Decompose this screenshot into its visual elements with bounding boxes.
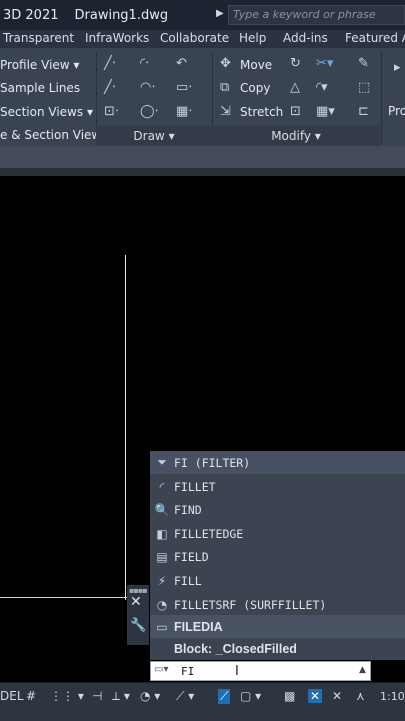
properties-button[interactable]: Pro	[388, 104, 405, 118]
autocomplete-item-find[interactable]: 🔍 FIND	[150, 498, 405, 521]
drawing-vertical-line	[125, 255, 126, 600]
tab-transparent[interactable]: Transparent	[3, 31, 74, 45]
document-title: Drawing1.dwg	[74, 7, 169, 23]
sample-lines-button[interactable]: Sample Lines	[0, 81, 80, 95]
filedia-icon: ▭	[156, 619, 168, 634]
auto-scale-icon[interactable]: ✕	[332, 689, 342, 703]
tab-collaborate[interactable]: Collaborate	[160, 31, 229, 45]
autocomplete-item-filter[interactable]: ⏷ FI (FILTER)	[150, 451, 405, 474]
autocomplete-list: ⏷ FI (FILTER) ◜ FILLET 🔍 FIND ◧ FILLETED…	[150, 451, 405, 660]
wrench-icon[interactable]: 🔧	[130, 618, 146, 633]
title-arrow-icon[interactable]: ▶	[216, 8, 224, 19]
command-input[interactable]: ▭▾ FI I ▲	[150, 661, 371, 681]
profile-view-button[interactable]: Profile View ▾	[0, 58, 79, 72]
text-cursor-icon: I	[235, 664, 239, 679]
offset-icon[interactable]: ⊏	[358, 104, 369, 119]
ortho-icon[interactable]: ⊣	[92, 689, 102, 703]
filletedge-icon: ◧	[156, 526, 168, 541]
ellipse-icon[interactable]: ◯⋅	[140, 104, 159, 119]
scale-readout[interactable]: 1:100	[380, 690, 405, 703]
fillet-icon: ◜	[159, 479, 165, 494]
field-icon: ▤	[156, 549, 168, 564]
tab-featured-apps[interactable]: Featured Ap	[345, 31, 405, 45]
rectangle-icon[interactable]: ▭⋅	[176, 80, 192, 95]
trim-icon[interactable]: ✂▾	[316, 56, 333, 71]
title-bar: 3D 2021 Drawing1.dwg ▶ Type a keyword or…	[0, 0, 405, 30]
autocomplete-item-block[interactable]: Block: _ClosedFilled	[150, 637, 405, 660]
rotate-icon[interactable]: ↻	[290, 56, 301, 71]
close-icon[interactable]: ✕	[130, 594, 142, 610]
app-title: 3D 2021	[3, 7, 59, 23]
tab-infraworks[interactable]: InfraWorks	[85, 31, 149, 45]
annotation-visibility-icon[interactable]: ✕	[308, 689, 323, 703]
hatch-icon[interactable]: ▦⋅	[176, 104, 192, 119]
filter-icon: ⏷	[157, 455, 167, 469]
arc-icon[interactable]: ◜⋅	[140, 56, 149, 71]
autocomplete-item-filedia[interactable]: ▭ FILEDIA	[150, 615, 405, 638]
move-icon[interactable]: ✥	[220, 56, 231, 71]
erase-icon[interactable]: ✎	[358, 56, 369, 71]
section-views-panel-title[interactable]: e & Section Views	[0, 128, 108, 142]
polar-tracking-icon[interactable]: ◔ ▾	[140, 689, 160, 703]
viewport-top-border	[0, 168, 405, 176]
command-prompt-icon[interactable]: ▭▾	[154, 664, 168, 675]
tab-help[interactable]: Help	[239, 31, 266, 45]
ribbon-tabs: Transparent InfraWorks Collaborate Help …	[0, 30, 405, 48]
copy-button[interactable]: Copy	[240, 81, 270, 95]
section-views-button[interactable]: Section Views ▾	[0, 105, 93, 119]
properties-icon[interactable]: ▸	[394, 60, 401, 75]
drawing-horizontal-line	[0, 597, 128, 598]
command-input-value: FI	[181, 665, 195, 678]
circle-arc-icon[interactable]: ◠⋅	[140, 80, 155, 95]
autocomplete-item-fill[interactable]: ⚡ FILL	[150, 569, 405, 592]
fillet-tool-icon[interactable]: ◜▾	[316, 80, 328, 95]
model-space-button[interactable]: DEL	[0, 689, 24, 703]
surffillet-icon: ◔	[156, 597, 168, 612]
object-snap-icon[interactable]: ▢ ▾	[240, 689, 261, 703]
ray-icon[interactable]: ╱⋅	[104, 80, 116, 95]
modify-panel-title[interactable]: Modify ▾	[212, 126, 380, 146]
stretch-button[interactable]: Stretch	[240, 105, 283, 119]
draw-panel-title[interactable]: Draw ▾	[96, 126, 212, 146]
stretch-icon[interactable]: ⇲	[220, 104, 231, 119]
scale-icon[interactable]: ⊡	[290, 104, 301, 119]
autocomplete-item-filletsrf[interactable]: ◔ FILLETSRF (SURFFILLET)	[150, 593, 405, 616]
autocomplete-item-fillet[interactable]: ◜ FILLET	[150, 475, 405, 498]
fill-icon: ⚡	[157, 573, 167, 588]
autocomplete-item-filletedge[interactable]: ◧ FILLETEDGE	[150, 522, 405, 545]
isodraft-icon[interactable]: ⟋ ▾	[176, 689, 194, 704]
array-icon[interactable]: ▦▾	[316, 104, 335, 119]
search-input[interactable]: Type a keyword or phrase	[228, 5, 405, 25]
tab-addins[interactable]: Add-ins	[283, 31, 328, 45]
move-button[interactable]: Move	[240, 58, 272, 72]
annotation-scale-icon[interactable]: ⋏	[356, 689, 365, 703]
status-bar: DEL # ⋮⋮ ▾ ⊣ ⟂ ▾ ◔ ▾ ⟋ ▾ ⟋ ▢ ▾ ▩ ✕ ✕ ⋏ 1…	[0, 682, 405, 721]
snap-icon[interactable]: ⋮⋮ ▾	[50, 689, 84, 703]
copy-icon[interactable]: ⧉	[220, 80, 229, 95]
object-snap-tracking-icon[interactable]: ⟋	[218, 689, 231, 704]
transparency-icon[interactable]: ▩	[284, 689, 295, 703]
polar-icon[interactable]: ⟂ ▾	[112, 689, 130, 704]
mirror-icon[interactable]: △	[290, 80, 300, 95]
grid-icon[interactable]: #	[26, 689, 36, 703]
spline-icon[interactable]: ⊡⋅	[104, 104, 119, 119]
polyline-icon[interactable]: ↶	[176, 56, 187, 71]
command-history-icon[interactable]: ▲	[359, 665, 366, 675]
line-icon[interactable]: ╱⋅	[104, 56, 116, 71]
autocomplete-item-field[interactable]: ▤ FIELD	[150, 545, 405, 568]
explode-icon[interactable]: ⬚	[358, 80, 370, 95]
find-icon: 🔍	[154, 502, 170, 517]
